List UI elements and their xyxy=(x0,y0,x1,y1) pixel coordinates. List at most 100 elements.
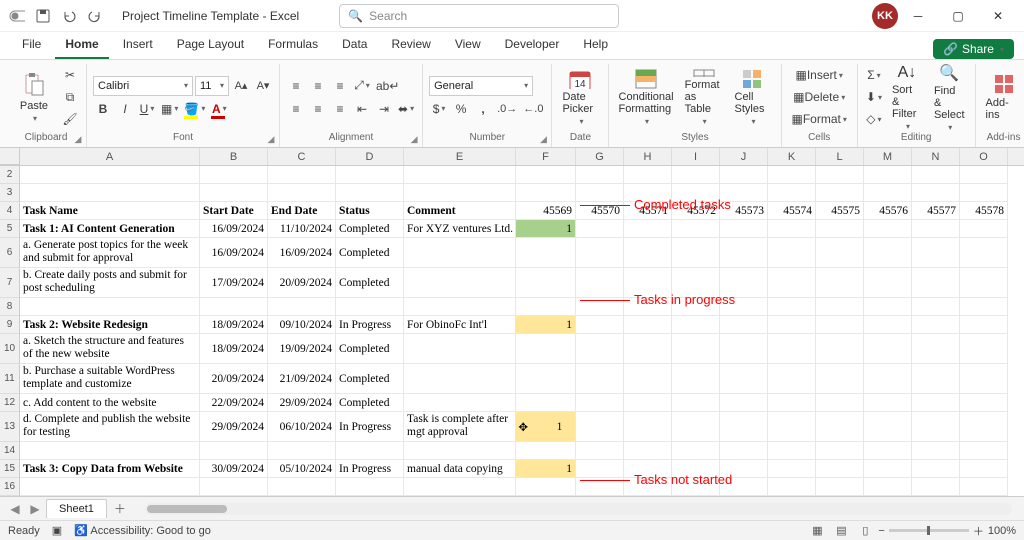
row-header[interactable]: 15 xyxy=(0,460,20,478)
cell[interactable] xyxy=(404,166,516,184)
cell[interactable] xyxy=(720,364,768,394)
column-header[interactable]: O xyxy=(960,148,1008,165)
cell[interactable] xyxy=(672,412,720,442)
cell[interactable]: 45578 xyxy=(960,202,1008,220)
sheet-nav-prev[interactable]: ◀ xyxy=(6,500,24,518)
cell[interactable] xyxy=(768,364,816,394)
cell-styles-button[interactable]: Cell Styles▾ xyxy=(731,66,775,128)
column-header[interactable]: J xyxy=(720,148,768,165)
cell[interactable]: 16/09/2024 xyxy=(200,238,268,268)
cell[interactable] xyxy=(624,412,672,442)
cell[interactable] xyxy=(404,334,516,364)
cell[interactable] xyxy=(20,298,200,316)
cell[interactable] xyxy=(912,268,960,298)
autosum-icon[interactable]: Σ▾ xyxy=(864,65,884,85)
cell[interactable]: Completed xyxy=(336,334,404,364)
view-normal-icon[interactable]: ▦ xyxy=(806,523,828,539)
cell[interactable]: b. Create daily posts and submit for pos… xyxy=(20,268,200,298)
cell[interactable] xyxy=(960,442,1008,460)
cell[interactable] xyxy=(960,334,1008,364)
increase-decimal-icon[interactable]: .0→ xyxy=(495,99,519,119)
tab-data[interactable]: Data xyxy=(332,31,377,59)
search-box[interactable]: 🔍 Search xyxy=(339,4,619,28)
cell[interactable] xyxy=(816,184,864,202)
redo-icon[interactable] xyxy=(84,5,106,27)
cell[interactable] xyxy=(516,334,576,364)
cell[interactable] xyxy=(200,442,268,460)
spreadsheet-grid[interactable]: ABCDEFGHIJKLMNO 234Task NameStart DateEn… xyxy=(0,148,1024,496)
tab-developer[interactable]: Developer xyxy=(495,31,570,59)
delete-cells-button[interactable]: ▦ Delete▾ xyxy=(788,87,851,107)
column-header[interactable]: M xyxy=(864,148,912,165)
row-header[interactable]: 11 xyxy=(0,364,20,394)
cell[interactable]: Completed xyxy=(336,394,404,412)
cell[interactable] xyxy=(404,394,516,412)
cell[interactable] xyxy=(404,268,516,298)
cell[interactable]: In Progress xyxy=(336,316,404,334)
cell[interactable] xyxy=(720,166,768,184)
cell[interactable] xyxy=(960,460,1008,478)
cell[interactable] xyxy=(336,478,404,496)
bold-button[interactable]: B xyxy=(93,99,113,119)
cell[interactable] xyxy=(576,238,624,268)
cell[interactable] xyxy=(268,166,336,184)
cell[interactable] xyxy=(768,166,816,184)
cell[interactable] xyxy=(768,220,816,238)
row-header[interactable]: 6 xyxy=(0,238,20,268)
cell[interactable] xyxy=(576,316,624,334)
cell[interactable]: Comment xyxy=(404,202,516,220)
cell[interactable] xyxy=(672,442,720,460)
cell[interactable] xyxy=(864,442,912,460)
cell[interactable] xyxy=(720,238,768,268)
cell[interactable] xyxy=(960,184,1008,202)
cell[interactable] xyxy=(816,334,864,364)
merge-center-icon[interactable]: ⬌▾ xyxy=(396,99,416,119)
increase-indent-icon[interactable]: ⇥ xyxy=(374,99,394,119)
cell[interactable]: 29/09/2024 xyxy=(268,394,336,412)
cell[interactable] xyxy=(672,238,720,268)
cell[interactable] xyxy=(576,394,624,412)
cell[interactable]: 16/09/2024 xyxy=(268,238,336,268)
cell[interactable] xyxy=(268,478,336,496)
cell[interactable] xyxy=(404,442,516,460)
cell[interactable] xyxy=(960,220,1008,238)
decrease-font-icon[interactable]: A▾ xyxy=(253,76,273,96)
align-right-icon[interactable]: ≡ xyxy=(330,99,350,119)
cell[interactable] xyxy=(672,394,720,412)
cell[interactable] xyxy=(200,184,268,202)
cell[interactable] xyxy=(768,442,816,460)
cell[interactable] xyxy=(200,298,268,316)
cell[interactable] xyxy=(516,184,576,202)
cell[interactable] xyxy=(516,238,576,268)
close-button[interactable]: ✕ xyxy=(978,2,1018,30)
cell[interactable] xyxy=(404,298,516,316)
column-header[interactable]: C xyxy=(268,148,336,165)
tab-view[interactable]: View xyxy=(445,31,491,59)
align-top-icon[interactable]: ≡ xyxy=(286,76,306,96)
row-header[interactable]: 4 xyxy=(0,202,20,220)
cell[interactable] xyxy=(960,298,1008,316)
underline-button[interactable]: U▾ xyxy=(137,99,157,119)
zoom-out-button[interactable]: − xyxy=(878,525,884,537)
cell[interactable] xyxy=(912,478,960,496)
cell[interactable] xyxy=(516,364,576,394)
cell[interactable]: 1 xyxy=(516,220,576,238)
cell[interactable]: 22/09/2024 xyxy=(200,394,268,412)
comma-icon[interactable]: , xyxy=(473,99,493,119)
increase-font-icon[interactable]: A▴ xyxy=(231,76,251,96)
currency-icon[interactable]: $▾ xyxy=(429,99,449,119)
row-header[interactable]: 14 xyxy=(0,442,20,460)
cut-icon[interactable]: ✂ xyxy=(60,65,80,85)
cell[interactable] xyxy=(516,478,576,496)
cell[interactable] xyxy=(576,184,624,202)
minimize-button[interactable]: ─ xyxy=(898,2,938,30)
cell[interactable] xyxy=(960,478,1008,496)
cell[interactable]: 16/09/2024 xyxy=(200,220,268,238)
cell[interactable] xyxy=(20,184,200,202)
column-header[interactable]: D xyxy=(336,148,404,165)
addins-button[interactable]: Add-ins xyxy=(982,66,1024,128)
cell[interactable] xyxy=(768,184,816,202)
column-header[interactable]: H xyxy=(624,148,672,165)
column-header[interactable]: E xyxy=(404,148,516,165)
cell[interactable] xyxy=(768,394,816,412)
